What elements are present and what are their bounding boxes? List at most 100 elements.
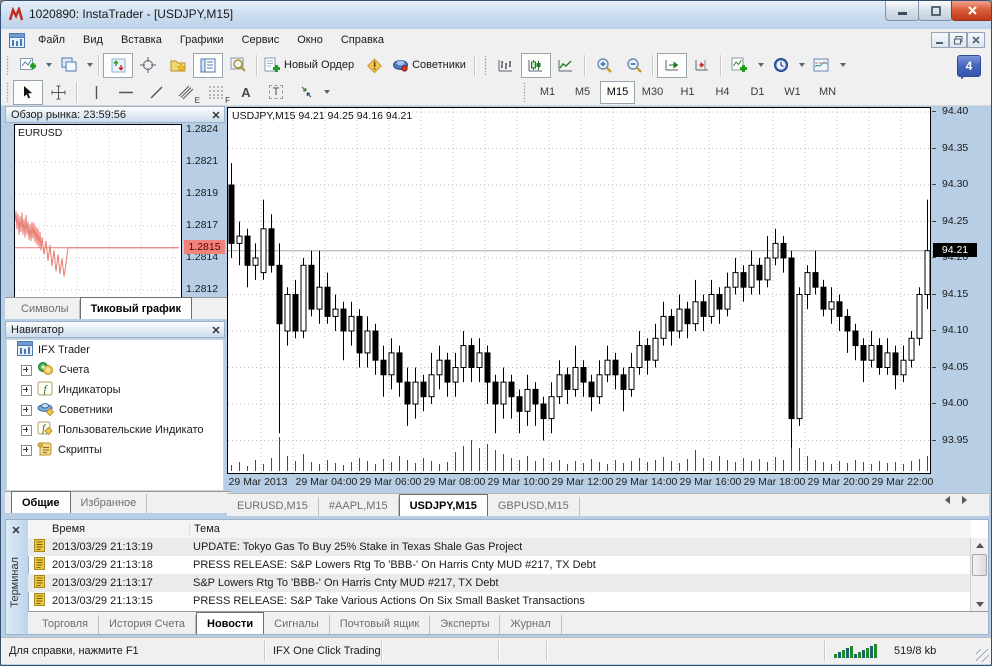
period-button-h1[interactable]: H1 — [670, 81, 705, 104]
scroll-up-icon[interactable] — [972, 538, 987, 553]
navigator-item-scripts[interactable]: Скрипты — [7, 440, 223, 460]
period-button-d1[interactable]: D1 — [740, 81, 775, 104]
navigator-item-indicators[interactable]: fИндикаторы — [7, 380, 223, 400]
terminal-tab-почтовый-ящик[interactable]: Почтовый ящик — [330, 615, 430, 634]
menu-item-view[interactable]: Вид — [74, 29, 112, 51]
menu-item-window[interactable]: Окно — [288, 29, 332, 51]
tree-expander-icon[interactable] — [21, 405, 32, 416]
horizontal-line-tool-button[interactable] — [111, 80, 141, 105]
periods-dropdown[interactable] — [796, 54, 807, 77]
period-button-h4[interactable]: H4 — [705, 81, 740, 104]
chart-tab-gbpusdm15[interactable]: GBPUSD,M15 — [488, 497, 580, 516]
tick-chart[interactable]: EURUSD — [14, 124, 182, 299]
scrollbar-thumb[interactable] — [972, 554, 987, 576]
period-button-m15[interactable]: M15 — [600, 81, 635, 104]
advisors-button[interactable]: Советники — [389, 53, 471, 78]
candlestick-chart-button[interactable] — [521, 53, 551, 78]
news-row[interactable]: 2013/03/29 21:13:17S&P Lowers Rtg To 'BB… — [28, 574, 971, 592]
menu-item-file[interactable]: Файл — [29, 29, 74, 51]
period-button-m5[interactable]: M5 — [565, 81, 600, 104]
zoom-out-button[interactable] — [619, 53, 649, 78]
auto-scroll-button[interactable] — [657, 53, 687, 78]
close-button[interactable] — [951, 1, 992, 21]
period-button-m30[interactable]: M30 — [635, 81, 670, 104]
new-order-button[interactable]: Новый Ордер — [261, 53, 359, 78]
navigator-button[interactable] — [193, 53, 223, 78]
period-button-mn[interactable]: MN — [810, 81, 845, 104]
arrows-tool-button[interactable] — [291, 80, 321, 105]
tick-chart-toggle-button[interactable] — [103, 53, 133, 78]
maximize-button[interactable] — [918, 1, 953, 21]
templates-button[interactable] — [807, 53, 837, 78]
periods-clock-button[interactable] — [766, 53, 796, 78]
line-chart-button[interactable] — [551, 53, 581, 78]
zoom-in-button[interactable] — [589, 53, 619, 78]
indicators-button[interactable] — [725, 53, 755, 78]
column-subject[interactable]: Тема — [190, 523, 220, 535]
menu-item-help[interactable]: Справка — [332, 29, 393, 51]
terminal-close-icon[interactable] — [9, 523, 22, 536]
navigator-tab[interactable]: Избранное — [71, 494, 148, 513]
column-time[interactable]: Время — [28, 523, 190, 535]
terminal-tab-журнал[interactable]: Журнал — [500, 615, 561, 634]
chart-tab-aaplm15[interactable]: #AAPL,M15 — [319, 497, 399, 516]
chart-price-axis[interactable]: 94.4094.3594.3094.2594.2094.1594.1094.05… — [932, 107, 989, 474]
chart-shift-button[interactable] — [687, 53, 717, 78]
market-watch-button[interactable] — [163, 53, 193, 78]
notification-badge[interactable]: 4 — [957, 55, 981, 77]
title-bar[interactable]: 1020890: InstaTrader - [USDJPY,M15] — [1, 1, 991, 29]
mdi-minimize-button[interactable] — [931, 32, 949, 48]
navigator-item-accounts[interactable]: Счета — [7, 360, 223, 380]
templates-dropdown[interactable] — [837, 54, 848, 77]
cursor-tool-button[interactable] — [13, 80, 43, 105]
terminal-tab-история-счета[interactable]: История Счета — [99, 615, 196, 634]
menu-item-charts[interactable]: Графики — [171, 29, 233, 51]
menu-item-insert[interactable]: Вставка — [112, 29, 171, 51]
toolbar-grip[interactable] — [6, 82, 9, 102]
tree-expander-icon[interactable] — [21, 445, 32, 456]
navigator-item-platform[interactable]: IFX Trader — [7, 340, 223, 360]
news-row[interactable]: 2013/03/29 21:13:15PRESS RELEASE: S&P Ta… — [28, 592, 971, 610]
new-chart-button[interactable] — [13, 53, 43, 78]
toolbar-grip[interactable] — [523, 82, 526, 102]
new-chart-dropdown[interactable] — [43, 54, 54, 77]
warning-icon-button[interactable] — [359, 53, 389, 78]
market-watch-tab[interactable]: Символы — [11, 300, 80, 319]
crosshair-tool-button[interactable] — [43, 80, 73, 105]
tree-expander-icon[interactable] — [21, 365, 32, 376]
fibonacci-tool-button[interactable]: F — [201, 80, 231, 105]
terminal-tab-торговля[interactable]: Торговля — [32, 615, 99, 634]
navigator-item-custom-indicators[interactable]: fПользовательские Индикато — [7, 420, 223, 440]
profiles-button[interactable] — [54, 53, 84, 78]
arrows-dropdown[interactable] — [321, 81, 332, 104]
terminal-tab-новости[interactable]: Новости — [196, 612, 264, 634]
scroll-down-icon[interactable] — [972, 597, 987, 612]
text-tool-button[interactable]: A — [231, 80, 261, 105]
resize-grip[interactable] — [976, 649, 989, 662]
tabs-scroll-right-icon[interactable] — [962, 496, 967, 504]
chart-time-axis[interactable]: 29 Mar 201329 Mar 04:0029 Mar 06:0029 Ma… — [227, 475, 987, 491]
news-row[interactable]: 2013/03/29 21:13:19UPDATE: Tokyo Gas To … — [28, 538, 971, 556]
mdi-close-button[interactable] — [967, 32, 985, 48]
navigator-item-experts[interactable]: Советники — [7, 400, 223, 420]
toolbar-grip[interactable] — [6, 55, 9, 75]
period-button-m1[interactable]: M1 — [530, 81, 565, 104]
profiles-dropdown[interactable] — [84, 54, 95, 77]
market-watch-tab[interactable]: Тиковый график — [80, 297, 192, 319]
navigator-header[interactable]: Навигатор — [5, 321, 225, 338]
channel-tool-button[interactable]: E — [171, 80, 201, 105]
indicators-dropdown[interactable] — [755, 54, 766, 77]
tree-expander-icon[interactable] — [21, 425, 32, 436]
crosshair-button[interactable] — [133, 53, 163, 78]
news-row[interactable]: 2013/03/29 21:13:18PRESS RELEASE: S&P Lo… — [28, 556, 971, 574]
terminal-tab-эксперты[interactable]: Эксперты — [430, 615, 500, 634]
one-click-trading-label[interactable]: IFX One Click Trading — [273, 638, 381, 664]
bar-chart-button[interactable] — [491, 53, 521, 78]
market-watch-close-icon[interactable] — [209, 108, 222, 121]
tabs-scroll-left-icon[interactable] — [945, 496, 950, 504]
period-button-w1[interactable]: W1 — [775, 81, 810, 104]
market-watch-header[interactable]: Обзор рынка: 23:59:56 — [5, 106, 225, 123]
mdi-restore-button[interactable] — [949, 32, 967, 48]
price-chart[interactable]: USDJPY,M15 94.21 94.25 94.16 94.21 — [227, 107, 931, 474]
minimize-button[interactable] — [885, 1, 920, 21]
